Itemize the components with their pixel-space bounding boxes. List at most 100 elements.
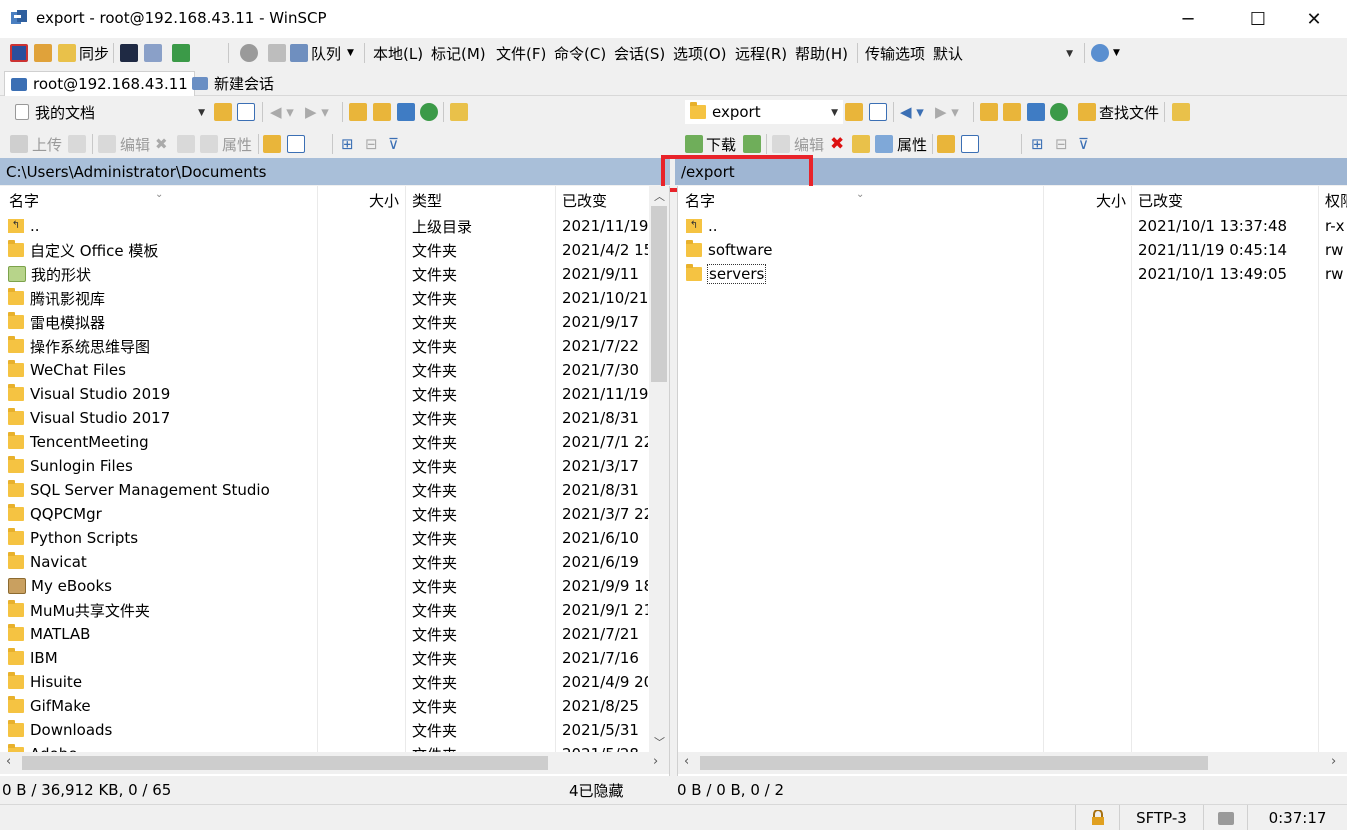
left-path-bar[interactable]: C:\Users\Administrator\Documents	[0, 158, 670, 185]
column-size[interactable]: 大小	[1096, 186, 1126, 214]
tree-icon[interactable]	[450, 99, 468, 125]
putty-icon[interactable]	[144, 40, 162, 66]
home-icon[interactable]	[397, 99, 415, 125]
filter-icon[interactable]	[869, 99, 887, 125]
select-all-icon[interactable]: ⊞	[341, 131, 354, 157]
table-row[interactable]: MuMu共享文件夹 文件夹 2021/9/1 21	[0, 598, 649, 622]
menu-commands[interactable]: 命令(C)	[554, 40, 606, 66]
menu-help[interactable]: 帮助(H)	[795, 40, 848, 66]
filter-select-icon[interactable]: ⊽	[388, 131, 399, 157]
left-vertical-scroll-thumb[interactable]	[651, 206, 667, 382]
table-row[interactable]: Visual Studio 2017 文件夹 2021/8/31	[0, 406, 649, 430]
menu-local[interactable]: 本地(L)	[373, 40, 423, 66]
table-row[interactable]: My eBooks 文件夹 2021/9/9 18	[0, 574, 649, 598]
table-row[interactable]: Python Scripts 文件夹 2021/6/10	[0, 526, 649, 550]
menu-session[interactable]: 会话(S)	[614, 40, 665, 66]
download-button[interactable]: 下载	[685, 131, 736, 157]
table-row[interactable]: IBM 文件夹 2021/7/16	[0, 646, 649, 670]
menu-files[interactable]: 文件(F)	[496, 40, 546, 66]
delete-icon[interactable]: ✖	[155, 131, 168, 157]
refresh-session-icon[interactable]	[172, 40, 190, 66]
terminal-icon[interactable]	[120, 40, 138, 66]
table-row[interactable]: 操作系统思维导图 文件夹 2021/7/22	[0, 334, 649, 358]
column-type[interactable]: 类型	[412, 186, 442, 214]
gear-icon[interactable]	[240, 40, 258, 66]
left-horizontal-scroll-thumb[interactable]	[22, 756, 548, 770]
new-folder-icon[interactable]	[263, 131, 281, 157]
right-horizontal-scroll-thumb[interactable]	[700, 756, 1208, 770]
parent-dir-icon[interactable]	[980, 99, 998, 125]
new-folder-icon[interactable]	[937, 131, 955, 157]
table-row[interactable]: 自定义 Office 模板 文件夹 2021/4/2 15	[0, 238, 649, 262]
open-folder-icon[interactable]	[845, 99, 863, 125]
table-row[interactable]: SQL Server Management Studio 文件夹 2021/8/31	[0, 478, 649, 502]
table-row[interactable]: Sunlogin Files 文件夹 2021/3/17	[0, 454, 649, 478]
find-files-button[interactable]: 查找文件	[1078, 99, 1159, 125]
queue-button[interactable]: 队列 ▼	[290, 40, 354, 66]
table-row[interactable]: WeChat Files 文件夹 2021/7/30	[0, 358, 649, 382]
new-file-icon[interactable]	[961, 131, 979, 157]
sync-button[interactable]: 同步	[58, 40, 109, 66]
unselect-all-icon[interactable]: ⊟	[365, 131, 378, 157]
rename-icon[interactable]	[852, 131, 870, 157]
transfer-preset-select[interactable]: 默认 ▼	[928, 41, 1078, 65]
root-dir-icon[interactable]	[373, 99, 391, 125]
menu-options[interactable]: 选项(O)	[673, 40, 727, 66]
table-row[interactable]: ↰.. 2021/10/1 13:37:48 r-x	[678, 214, 1347, 238]
table-row[interactable]: 我的形状 文件夹 2021/9/11	[0, 262, 649, 286]
menu-remote[interactable]: 远程(R)	[735, 40, 787, 66]
root-dir-icon[interactable]	[1003, 99, 1021, 125]
parent-dir-icon[interactable]	[349, 99, 367, 125]
table-row[interactable]: Navicat 文件夹 2021/6/19	[0, 550, 649, 574]
upload-options-icon[interactable]	[68, 131, 86, 157]
tree-icon[interactable]	[1172, 99, 1190, 125]
local-view-icon[interactable]	[10, 40, 28, 66]
queue-list-icon[interactable]	[268, 40, 286, 66]
table-row[interactable]: GifMake 文件夹 2021/8/25	[0, 694, 649, 718]
home-icon[interactable]	[1027, 99, 1045, 125]
rename-icon[interactable]	[177, 131, 195, 157]
minimize-button[interactable]: ─	[1165, 0, 1211, 38]
close-button[interactable]: ✕	[1291, 0, 1337, 38]
forward-icon[interactable]: ▶ ▾	[305, 99, 329, 125]
filter-icon[interactable]	[237, 99, 255, 125]
table-row[interactable]: Hisuite 文件夹 2021/4/9 20	[0, 670, 649, 694]
right-location-select[interactable]: export ▼	[685, 100, 843, 124]
left-location-select[interactable]: 我的文档 ▼	[10, 100, 210, 124]
table-row[interactable]: Downloads 文件夹 2021/5/31	[0, 718, 649, 742]
filter-select-icon[interactable]: ⊽	[1078, 131, 1089, 157]
edit-button[interactable]: 编辑	[98, 131, 150, 157]
back-icon[interactable]: ◀ ▾	[900, 99, 924, 125]
globe-icon[interactable]: ▼	[1091, 40, 1120, 66]
left-vertical-scrollbar[interactable]: ︿ ﹀	[649, 186, 669, 752]
column-rights[interactable]: 权限	[1325, 186, 1347, 214]
scroll-left-icon[interactable]: ‹	[684, 754, 689, 769]
table-row[interactable]: 腾讯影视库 文件夹 2021/10/21	[0, 286, 649, 310]
back-icon[interactable]: ◀ ▾	[270, 99, 294, 125]
refresh-icon[interactable]	[420, 99, 438, 125]
download-options-icon[interactable]	[743, 131, 761, 157]
table-row[interactable]: ↰.. 上级目录 2021/11/19	[0, 214, 649, 238]
column-changed[interactable]: 已改变	[562, 186, 607, 214]
table-row[interactable]: 雷电模拟器 文件夹 2021/9/17	[0, 310, 649, 334]
compare-dirs-icon[interactable]	[34, 40, 52, 66]
column-changed[interactable]: 已改变	[1138, 186, 1183, 214]
properties-button[interactable]: 属性	[200, 131, 252, 157]
column-size[interactable]: 大小	[369, 186, 399, 214]
properties-button[interactable]: 属性	[875, 131, 927, 157]
scroll-up-icon[interactable]: ︿	[654, 188, 665, 204]
edit-button[interactable]: 编辑	[772, 131, 824, 157]
column-name[interactable]: 名字	[9, 186, 39, 214]
table-row[interactable]: QQPCMgr 文件夹 2021/3/7 22	[0, 502, 649, 526]
scroll-right-icon[interactable]: ›	[653, 754, 658, 769]
scroll-down-icon[interactable]: ﹀	[654, 734, 665, 750]
unselect-all-icon[interactable]: ⊟	[1055, 131, 1068, 157]
tab-new-session[interactable]: 新建会话	[186, 71, 280, 96]
open-folder-icon[interactable]	[214, 99, 232, 125]
right-horizontal-scrollbar[interactable]: ‹ ›	[678, 752, 1347, 774]
table-row[interactable]: MATLAB 文件夹 2021/7/21	[0, 622, 649, 646]
table-row[interactable]: TencentMeeting 文件夹 2021/7/1 22	[0, 430, 649, 454]
upload-button[interactable]: 上传	[10, 131, 62, 157]
maximize-button[interactable]: ☐	[1235, 0, 1281, 38]
left-horizontal-scrollbar[interactable]: ‹ ›	[0, 752, 669, 774]
